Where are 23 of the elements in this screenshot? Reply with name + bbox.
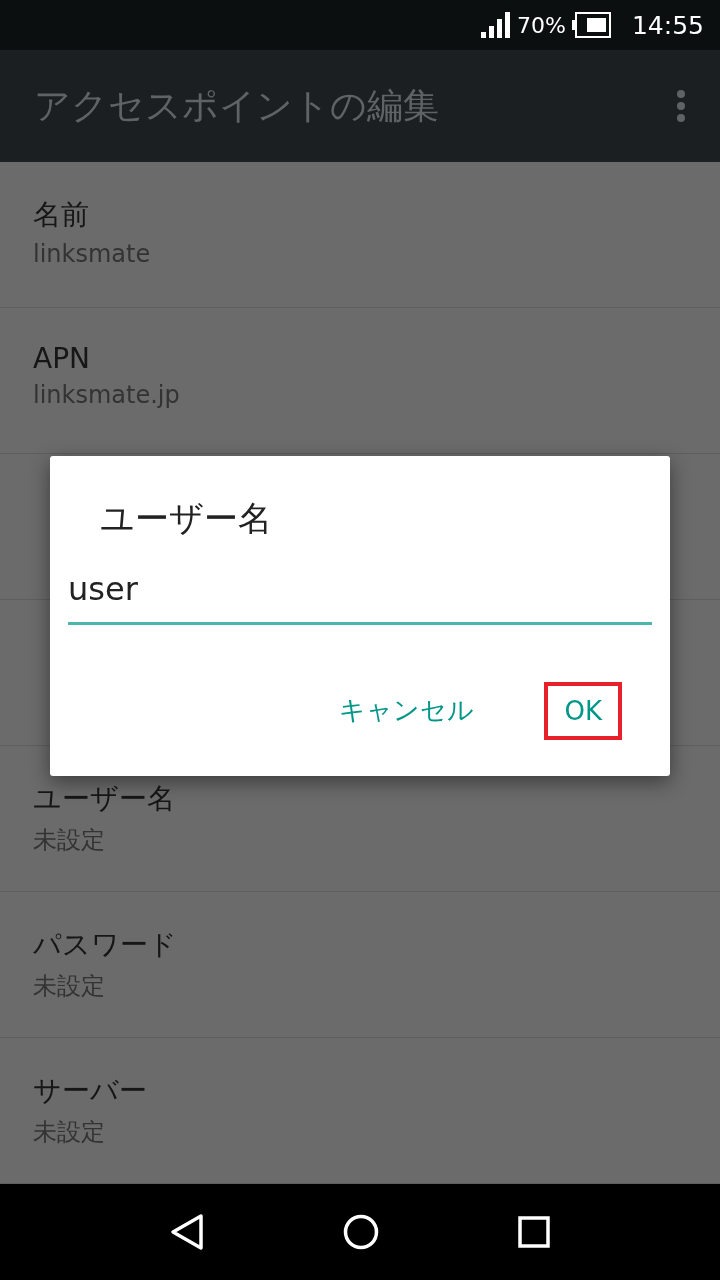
screen-title: アクセスポイントの編集 <box>34 83 439 128</box>
home-icon[interactable] <box>343 1214 379 1250</box>
battery-icon <box>571 12 612 38</box>
recents-icon[interactable] <box>518 1216 551 1248</box>
dialog-button[interactable]: OK <box>544 681 622 740</box>
setting-label[interactable]: ユーザー名 <box>33 780 175 818</box>
dialog-button[interactable]: キャンセル <box>319 679 495 742</box>
dialog-title: ユーザー名 <box>100 497 272 540</box>
setting-label[interactable]: 名前 <box>33 196 89 234</box>
setting-label[interactable]: サーバー <box>33 1072 147 1110</box>
setting-label[interactable]: パスワード <box>33 926 177 964</box>
setting-label[interactable]: APN <box>33 342 90 375</box>
back-icon[interactable] <box>169 1213 204 1251</box>
signal-icon <box>481 12 512 38</box>
username-field[interactable]: user <box>68 570 652 625</box>
setting-value: 未設定 <box>33 971 105 1002</box>
setting-value: linksmate.jp <box>33 381 180 409</box>
setting-value: 未設定 <box>33 825 105 856</box>
setting-value: linksmate <box>33 240 151 268</box>
battery-percent: 70% <box>517 12 566 38</box>
more-options-icon[interactable] <box>676 89 686 123</box>
clock: 14:55 <box>631 10 704 40</box>
setting-value: 未設定 <box>33 1117 105 1148</box>
